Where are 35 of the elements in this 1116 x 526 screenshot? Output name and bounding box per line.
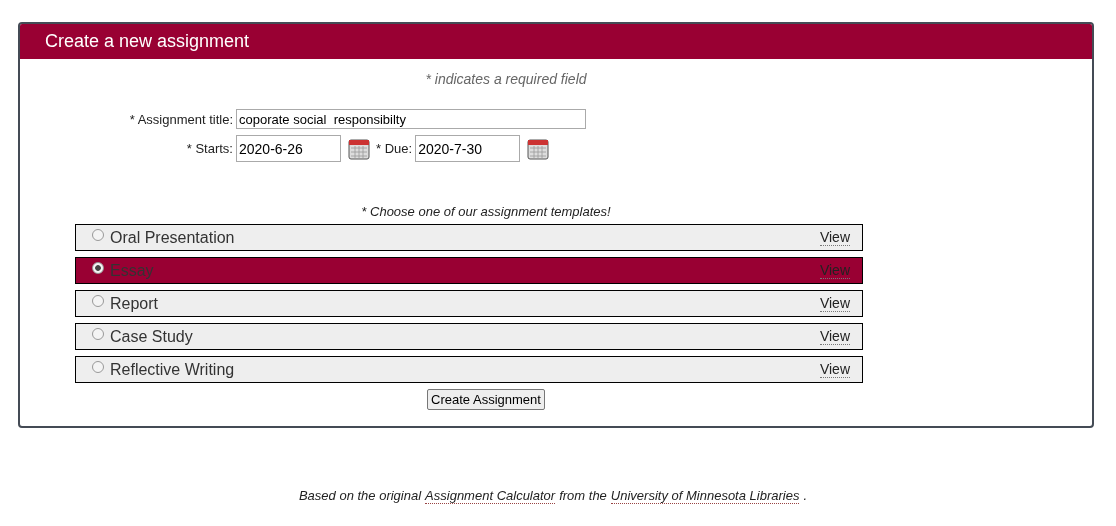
radio-button[interactable] (92, 361, 104, 373)
template-label: Essay (110, 261, 155, 280)
view-link[interactable]: View (819, 328, 850, 345)
template-label: Report (110, 294, 160, 313)
template-option[interactable]: Oral Presentation View (75, 224, 863, 251)
calendar-icon[interactable] (348, 137, 370, 160)
title-field[interactable]: coporate social responsibilty (236, 109, 586, 129)
footer-text: Based on the original (298, 488, 422, 504)
field-label: * Assignment title: (128, 111, 234, 127)
template-option[interactable]: Reflective Writing View (75, 356, 863, 383)
required-note: * indicates a required field (424, 71, 588, 87)
view-link[interactable]: View (819, 229, 850, 246)
template-option[interactable]: Report View (75, 290, 863, 317)
field-label: * Due: (375, 141, 414, 156)
due-date-field[interactable]: 2020-7-30 (415, 135, 521, 162)
field-label: * Starts: (185, 141, 234, 156)
footer-text: from the (559, 488, 607, 504)
calendar-icon[interactable] (527, 137, 550, 160)
template-label: Case Study (110, 327, 194, 346)
radio-button[interactable] (92, 295, 104, 307)
template-option[interactable]: Case Study View (75, 323, 863, 350)
template-label: Reflective Writing (110, 360, 236, 379)
footer-link[interactable]: University of Minnesota Libraries (610, 488, 800, 504)
footer-text: . (803, 488, 808, 504)
footer-link[interactable]: Assignment Calculator (425, 488, 556, 504)
radio-button[interactable] (92, 262, 104, 274)
create-assignment-button[interactable]: Create Assignment (427, 389, 545, 410)
view-link[interactable]: View (819, 361, 850, 378)
panel-header: Create a new assignment (20, 24, 1092, 59)
template-label: Oral Presentation (110, 228, 236, 247)
radio-button[interactable] (92, 328, 104, 340)
view-link[interactable]: View (819, 295, 850, 312)
radio-button[interactable] (92, 229, 104, 241)
start-date-field[interactable]: 2020-6-26 (236, 135, 341, 162)
templates-prompt: * Choose one of our assignment templates! (360, 204, 612, 219)
